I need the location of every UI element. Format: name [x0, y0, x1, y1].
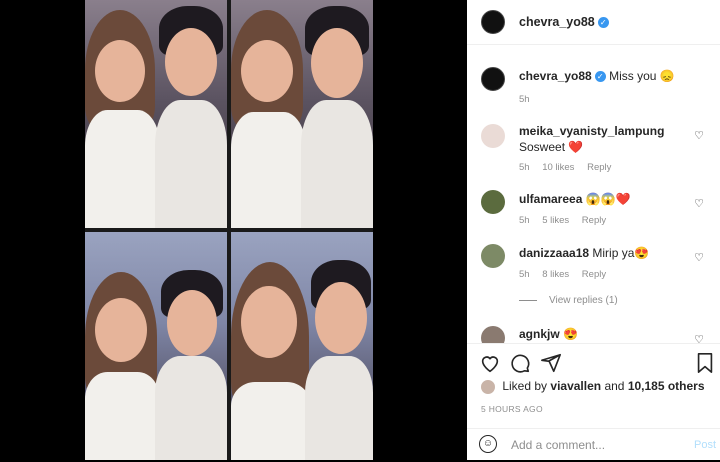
caption-time[interactable]: 5h	[519, 94, 530, 105]
comments-list[interactable]: chevra_yo88 ✓ Miss you 😞 5h meika_vyanist…	[467, 45, 720, 343]
likes-count[interactable]: 10,185 others	[628, 379, 705, 393]
photo-tile-1	[85, 0, 227, 228]
post-button[interactable]: Post	[694, 439, 716, 451]
photo-tile-2	[231, 0, 373, 228]
comment-text: Sosweet ❤️	[519, 140, 584, 154]
comment-text: 😱😱❤️	[585, 192, 631, 206]
post-sidebar: chevra_yo88 ✓ chevra_yo88 ✓ Miss you 😞 5h …	[467, 0, 720, 460]
emoji-icon[interactable]: ☺	[479, 435, 497, 453]
reply-button[interactable]: Reply	[582, 269, 606, 280]
verified-icon: ✓	[597, 17, 609, 29]
header-username[interactable]: chevra_yo88	[519, 15, 595, 29]
comment-username[interactable]: agnkjw	[519, 327, 560, 341]
comment-input[interactable]	[509, 437, 673, 453]
verified-icon: ✓	[594, 71, 606, 83]
photo-tile-4	[231, 232, 373, 460]
bookmark-icon[interactable]	[695, 352, 715, 378]
comment-username[interactable]: meika_vyanisty_lampung	[519, 124, 664, 138]
post-photo-collage[interactable]	[85, 0, 373, 460]
instagram-post-view: chevra_yo88 ✓ chevra_yo88 ✓ Miss you 😞 5h …	[0, 0, 720, 460]
heart-icon[interactable]	[479, 352, 501, 378]
avatar[interactable]	[481, 326, 505, 343]
photo-tile-3	[85, 232, 227, 460]
avatar[interactable]	[481, 190, 505, 214]
comment-likes[interactable]: 5 likes	[542, 215, 569, 226]
comment-username[interactable]: ulfamareea	[519, 192, 582, 206]
caption-username[interactable]: chevra_yo88	[519, 69, 592, 83]
comment-likes[interactable]: 8 likes	[542, 269, 569, 280]
likes-summary: Liked by viavallen and 10,185 others	[481, 379, 705, 394]
caption-text: Miss you 😞	[609, 69, 675, 83]
avatar[interactable]	[481, 67, 505, 91]
comment-time[interactable]: 5h	[519, 269, 530, 280]
post-actions: Liked by viavallen and 10,185 others 5 H…	[467, 343, 720, 461]
view-replies-button[interactable]: View replies (1)	[519, 295, 618, 306]
comment-heart-icon[interactable]: ♡	[694, 197, 704, 210]
avatar[interactable]	[481, 10, 505, 34]
avatar[interactable]	[481, 379, 495, 394]
reply-button[interactable]: Reply	[582, 215, 606, 226]
comment-text: 😍	[563, 327, 578, 341]
avatar[interactable]	[481, 124, 505, 148]
comment-text: Mirip ya😍	[592, 246, 650, 260]
avatar[interactable]	[481, 244, 505, 268]
comment-time[interactable]: 5h	[519, 162, 530, 173]
comment-heart-icon[interactable]: ♡	[694, 251, 704, 264]
comment-heart-icon[interactable]: ♡	[694, 129, 704, 142]
share-icon[interactable]	[540, 352, 562, 378]
comment-time[interactable]: 5h	[519, 215, 530, 226]
reply-button[interactable]: Reply	[587, 162, 611, 173]
liked-by-user[interactable]: viavallen	[550, 379, 601, 393]
post-timestamp[interactable]: 5 HOURS AGO	[481, 404, 543, 414]
add-comment-row: ☺ Post	[467, 428, 720, 462]
comment-likes[interactable]: 10 likes	[542, 162, 574, 173]
post-header: chevra_yo88 ✓	[467, 0, 720, 45]
comment-heart-icon[interactable]: ♡	[694, 333, 704, 343]
comment-username[interactable]: danizzaaa18	[519, 246, 589, 260]
comment-icon[interactable]	[509, 352, 531, 378]
